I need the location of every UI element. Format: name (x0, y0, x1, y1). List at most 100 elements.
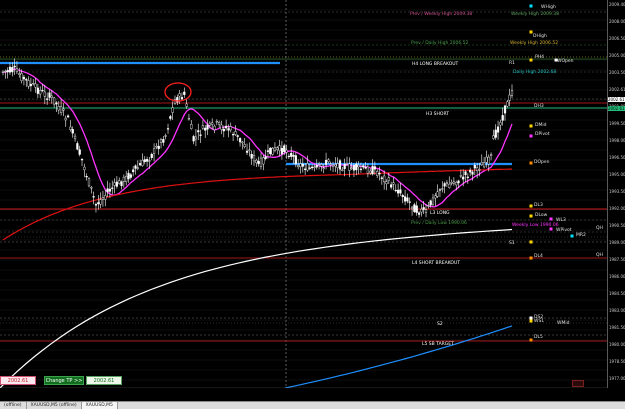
candle-body (280, 148, 284, 155)
candle-body (406, 197, 409, 202)
candle-body (397, 189, 400, 194)
candle-body (343, 164, 346, 169)
candle-body (208, 122, 211, 126)
price-chart[interactable]: Prev / Weekly High 2009.38 Weekly High 20… (0, 0, 607, 388)
weekly-high-label: Weekly High 2009.38 (511, 11, 559, 17)
tab-offline[interactable]: (offline) (0, 402, 27, 409)
candle-body (129, 174, 132, 178)
ph4-label: PH4 (535, 54, 544, 60)
candle-body (383, 175, 386, 183)
candle-body (1, 71, 5, 73)
candle-body (403, 196, 407, 202)
candle-body (164, 135, 167, 137)
s1-label: S1 (509, 240, 515, 246)
price-axis[interactable]: 2009.40 2008.00 2006.50 2005.00 2003.50 2002.… (607, 0, 625, 388)
wpivot-label: WPivot (556, 227, 572, 233)
candle-body (213, 125, 216, 131)
qh-label: QH (596, 225, 603, 231)
candle-body (152, 148, 156, 154)
candle-body (436, 191, 439, 197)
price-tick-label: 2003.50 (609, 70, 625, 75)
candle-body (41, 89, 44, 92)
candle-body (132, 169, 135, 173)
candle-body (166, 128, 170, 130)
candle-body (39, 90, 42, 95)
candle-body (399, 189, 402, 194)
candle-body (27, 80, 30, 87)
candle-body (480, 162, 483, 166)
current-price-badge: 2002.61 (608, 97, 625, 102)
candle-body (324, 159, 328, 165)
candle-body (122, 176, 125, 182)
prev-daily-low-label: Prev / Daily Low 1990.06 (411, 220, 467, 226)
price-tick-label: 1984.50 (609, 291, 625, 296)
candle-body (496, 126, 500, 133)
candle-body (506, 101, 509, 107)
candle-body (320, 164, 323, 167)
candle-body (76, 143, 79, 150)
candle-body (234, 131, 237, 135)
candle-body (378, 173, 381, 175)
candle-body (327, 159, 330, 163)
candle-body (204, 127, 207, 131)
dmid-label: DMid (535, 122, 547, 128)
candle-body (146, 159, 149, 162)
candle-body (57, 106, 60, 111)
change-tp-button[interactable]: Change TP >> (44, 376, 84, 385)
candle-body (441, 188, 444, 190)
candle-body (211, 122, 214, 125)
candle-body (438, 189, 442, 191)
candle-body (259, 157, 263, 168)
candle-body (352, 164, 356, 171)
wopen-label: WOpen (557, 58, 574, 64)
tab-xauusd-m5-offline[interactable]: XAUUSD,M5 (offline) (27, 402, 82, 409)
candlesticks (1, 58, 514, 218)
candle-body (101, 197, 105, 200)
weekly-low-label: Weekly Low 1990.06 (512, 222, 559, 228)
chart-area[interactable]: Prev / Weekly High 2009.38 Weekly High 20… (0, 0, 607, 388)
bid-price-display: 2002.61 (0, 376, 36, 385)
level-marker (529, 4, 533, 8)
candle-body (469, 169, 472, 173)
level-marker (529, 161, 533, 165)
candle-body (489, 154, 493, 156)
candle-body (104, 195, 107, 200)
candle-body (278, 145, 281, 151)
candle-body (336, 163, 339, 168)
candle-body (283, 145, 286, 153)
candle-body (111, 187, 114, 189)
price-tick-label: 2005.00 (609, 53, 625, 58)
candle-body (466, 176, 469, 178)
candle-body (60, 106, 63, 113)
candle-body (201, 125, 204, 129)
candle-body (13, 65, 16, 68)
level-marker (529, 204, 533, 208)
candle-body (494, 129, 497, 138)
h3-short-label: H3 SHORT (426, 111, 449, 117)
level-marker (529, 214, 533, 218)
candle-body (225, 125, 228, 129)
candle-body (118, 180, 121, 184)
candle-body (185, 103, 188, 107)
candle-body (99, 199, 102, 205)
candle-body (485, 156, 488, 163)
candle-body (452, 181, 455, 184)
candle-body (148, 160, 151, 162)
candle-body (231, 134, 235, 136)
candle-body (238, 138, 242, 143)
tab-xauusd-m5[interactable]: XAUUSD,M5 (81, 402, 118, 409)
level-marker (529, 338, 533, 342)
l4-short-breakout-label: L4 SHORT BREAKOUT (412, 260, 460, 266)
price-tick-label: 2006.50 (609, 36, 625, 41)
candle-body (227, 128, 230, 131)
candle-body (218, 122, 221, 125)
candle-body (255, 160, 258, 164)
candle-body (127, 172, 130, 180)
candle-body (64, 117, 67, 121)
level-marker (529, 316, 533, 320)
price-tick-label: 2002.61 (609, 87, 625, 92)
candle-body (20, 73, 23, 81)
candle-body (141, 160, 144, 166)
candle-body (376, 171, 379, 176)
price-tick-label: 1999.50 (609, 121, 625, 126)
